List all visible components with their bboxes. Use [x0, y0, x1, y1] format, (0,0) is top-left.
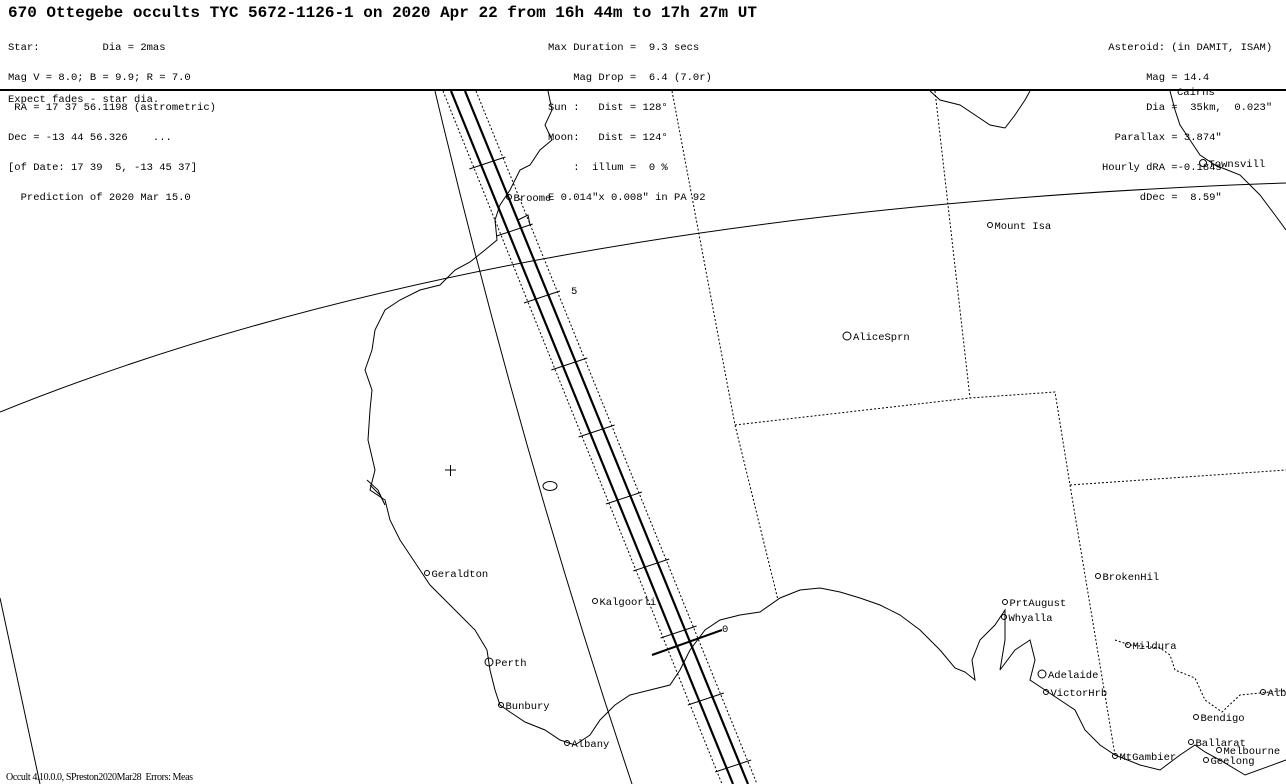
sunrise-limit-curve — [0, 182, 1286, 413]
city-brokenhil: BrokenHil — [1095, 572, 1160, 584]
city-perth: Perth — [484, 657, 527, 670]
city-marker-icon — [1199, 159, 1207, 167]
city-label: BrokenHil — [1103, 572, 1160, 584]
city-townsvill: Townsvill — [1199, 159, 1266, 171]
city-geraldton: Geraldton — [424, 569, 489, 581]
tick-label: 0 — [722, 624, 728, 636]
coastline-gulf — [366, 214, 531, 506]
path-tick — [660, 625, 697, 639]
city-marker-icon — [424, 570, 430, 576]
city-label: PrtAugust — [1010, 598, 1067, 610]
tick-label: 5 — [571, 286, 577, 298]
path-tick — [578, 424, 615, 438]
city-alicesprn: AliceSprn — [842, 331, 910, 344]
city-albany: Albany — [564, 739, 610, 751]
footer-text: Occult 4.10.0.0, SPreston2020Mar28 Error… — [6, 772, 193, 783]
city-geelong: Geelong — [1203, 756, 1255, 768]
path-tick — [469, 156, 506, 170]
city-bunbury: Bunbury — [498, 701, 550, 713]
city-prtaugust: PrtAugust — [1002, 598, 1067, 610]
path-sigma-limit — [442, 91, 723, 784]
asteroid-ellipse — [542, 481, 558, 491]
path-tick — [551, 357, 588, 371]
city-label: Albany — [572, 739, 610, 751]
city-marker-icon — [1002, 599, 1008, 605]
city-mount-isa: Mount Isa — [987, 221, 1052, 233]
city-label: VictorHrb — [1051, 688, 1108, 700]
city-marker-icon — [1001, 614, 1007, 620]
city-marker-icon — [1260, 689, 1266, 695]
occultation-map: 5 0 Cairns Townsvill Broome Mount Isa AliceS… — [0, 87, 1286, 784]
city-label: Mildura — [1133, 641, 1177, 653]
city-label: AliceSprn — [853, 332, 910, 344]
city-label: Alb — [1268, 688, 1286, 700]
city-label: Whyalla — [1009, 613, 1053, 625]
city-marker-icon — [1125, 642, 1131, 648]
path-tick — [523, 290, 561, 304]
city-mtgambier: MtGambier — [1112, 752, 1177, 764]
city-label: Perth — [495, 658, 527, 670]
city-marker-icon — [1188, 739, 1194, 745]
city-bendigo: Bendigo — [1193, 713, 1245, 725]
city-marker-icon — [1203, 757, 1209, 763]
city-marker-icon — [1193, 714, 1199, 720]
city-marker-icon — [987, 222, 993, 228]
city-label: Mount Isa — [995, 221, 1052, 233]
city-label: Kalgoorli — [600, 597, 657, 609]
city-victorhrb: VictorHrb — [1043, 688, 1108, 700]
city-label: Townsvill — [1209, 159, 1266, 171]
city-label: Bunbury — [506, 701, 550, 713]
city-kalgoorli: Kalgoorli — [592, 597, 657, 609]
city-broome: Broome — [506, 193, 552, 205]
city-mildura: Mildura — [1125, 641, 1177, 653]
city-label: Geraldton — [432, 569, 489, 581]
city-label: Cairns — [1177, 87, 1215, 99]
city-adelaide: Adelaide — [1037, 669, 1098, 682]
city-marker-icon — [498, 702, 504, 708]
note-text: Expect fades - star dia. — [8, 94, 160, 106]
city-marker-icon — [1095, 573, 1101, 579]
city-whyalla: Whyalla — [1001, 613, 1053, 625]
limit-curve — [0, 597, 41, 784]
city-alb: Alb — [1260, 688, 1286, 700]
path-limit — [449, 91, 735, 784]
city-cairns: Cairns — [1177, 87, 1215, 99]
city-marker-icon — [592, 598, 598, 604]
city-label: MtGambier — [1120, 752, 1177, 764]
city-label: Bendigo — [1201, 713, 1245, 725]
path-tick — [687, 692, 725, 706]
state-border — [671, 91, 1286, 756]
path-tick — [633, 558, 670, 572]
city-label: Broome — [514, 193, 552, 205]
city-label: Geelong — [1211, 756, 1255, 768]
city-marker-icon — [842, 331, 852, 341]
path-tick — [496, 223, 533, 237]
city-label: Adelaide — [1048, 670, 1098, 682]
path-tick — [715, 759, 752, 773]
coastline — [364, 91, 1286, 776]
city-marker-icon — [1037, 669, 1047, 679]
path-tick — [605, 491, 643, 505]
center-cross — [445, 465, 456, 476]
